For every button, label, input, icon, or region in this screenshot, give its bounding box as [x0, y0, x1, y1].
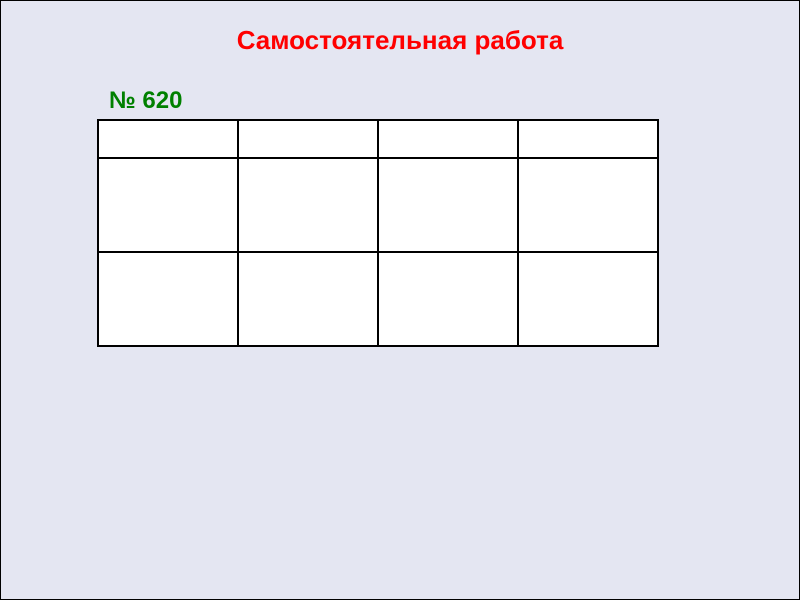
table-cell: [98, 252, 238, 346]
table-header-cell: [378, 120, 518, 158]
table-row: [98, 252, 658, 346]
table-cell: [238, 158, 378, 252]
table-cell: [518, 252, 658, 346]
table-cell: [378, 252, 518, 346]
work-table: [97, 119, 659, 347]
table-cell: [98, 158, 238, 252]
table-header-cell: [518, 120, 658, 158]
table-header-cell: [98, 120, 238, 158]
table-row: [98, 158, 658, 252]
page-title: Самостоятельная работа: [1, 25, 799, 56]
table-header-cell: [238, 120, 378, 158]
table-cell: [378, 158, 518, 252]
table-cell: [238, 252, 378, 346]
table-header-row: [98, 120, 658, 158]
task-number: № 620: [109, 87, 182, 115]
table-cell: [518, 158, 658, 252]
